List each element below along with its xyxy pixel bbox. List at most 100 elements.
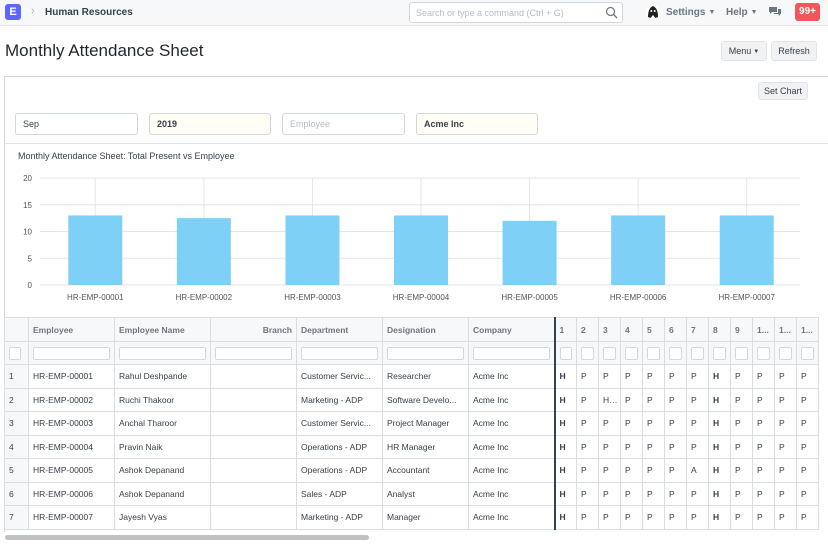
table-cell[interactable]: Ruchi Thakoor (114, 387, 211, 412)
table-cell[interactable]: P (664, 364, 687, 389)
table-cell[interactable]: P (730, 505, 753, 530)
table-cell[interactable]: P (752, 458, 775, 483)
table-cell[interactable]: P (576, 481, 599, 506)
table-cell[interactable]: Marketing - ADP (296, 505, 383, 530)
table-cell[interactable]: HR-EMP-00006 (28, 481, 115, 506)
column-filter-input[interactable] (779, 346, 792, 360)
search-box[interactable] (409, 2, 623, 23)
table-cell[interactable]: P (598, 411, 621, 436)
search-input[interactable] (416, 6, 601, 20)
table-row[interactable]: 2 HR-EMP-00002 Ruchi Thakoor Marketing - AD… (4, 387, 819, 412)
column-filter-input[interactable] (735, 346, 748, 360)
column-header[interactable]: 4 (620, 317, 643, 342)
table-cell[interactable]: P (620, 481, 643, 506)
table-cell[interactable]: H (553, 481, 577, 506)
column-header[interactable]: 7 (686, 317, 709, 342)
select-all-checkbox[interactable] (9, 346, 21, 360)
table-cell[interactable]: P (576, 434, 599, 459)
table-row[interactable]: 1 HR-EMP-00001 Rahul Deshpande Customer Ser… (4, 364, 819, 389)
table-cell[interactable]: H (708, 411, 731, 436)
table-cell[interactable]: P (752, 364, 775, 389)
table-cell[interactable]: HR-EMP-00003 (28, 411, 115, 436)
table-cell[interactable]: H (553, 434, 577, 459)
column-filter-input[interactable] (119, 346, 206, 360)
column-header[interactable]: 8 (708, 317, 731, 342)
help-menu[interactable]: Help ▼ (726, 7, 758, 18)
table-cell[interactable]: H... (598, 387, 621, 412)
table-cell[interactable]: P (686, 505, 709, 530)
table-row[interactable]: 5 HR-EMP-00005 Ashok Depanand Operations - … (4, 458, 819, 483)
table-cell[interactable]: Operations - ADP (296, 458, 383, 483)
table-row[interactable]: 6 HR-EMP-00006 Ashok Depanand Sales - ADP An… (4, 481, 819, 506)
table-cell[interactable]: Ashok Depanand (114, 458, 211, 483)
column-header[interactable]: Designation (382, 317, 469, 342)
table-cell[interactable]: P (774, 505, 797, 530)
user-avatar[interactable] (645, 4, 661, 20)
table-row[interactable]: 4 HR-EMP-00004 Pravin Naik Operations - ADP… (4, 434, 819, 459)
column-filter-input[interactable] (757, 346, 770, 360)
table-cell[interactable]: P (642, 364, 665, 389)
table-cell[interactable]: P (730, 481, 753, 506)
table-cell[interactable]: Researcher (382, 364, 469, 389)
table-cell[interactable]: P (598, 481, 621, 506)
table-cell[interactable] (210, 411, 297, 436)
table-cell[interactable]: P (730, 411, 753, 436)
table-cell[interactable]: Project Manager (382, 411, 469, 436)
table-cell[interactable]: P (642, 458, 665, 483)
column-header[interactable]: Department (296, 317, 383, 342)
table-cell[interactable]: P (774, 364, 797, 389)
column-header[interactable]: 1... (796, 317, 819, 342)
table-cell[interactable]: P (730, 434, 753, 459)
column-filter-input[interactable] (625, 346, 638, 360)
table-cell[interactable]: P (576, 411, 599, 436)
table-cell[interactable]: P (730, 364, 753, 389)
table-cell[interactable]: Acme Inc (468, 411, 555, 436)
table-cell[interactable]: P (620, 411, 643, 436)
table-cell[interactable]: H (553, 411, 577, 436)
table-cell[interactable]: P (796, 458, 819, 483)
table-row[interactable]: 3 HR-EMP-00003 Anchal Tharoor Customer Serv… (4, 411, 819, 436)
table-cell[interactable]: P (796, 434, 819, 459)
table-cell[interactable]: P (642, 387, 665, 412)
table-cell[interactable]: P (774, 387, 797, 412)
table-cell[interactable]: P (576, 458, 599, 483)
table-cell[interactable]: P (752, 434, 775, 459)
table-cell[interactable]: P (730, 387, 753, 412)
column-filter-input[interactable] (387, 346, 464, 360)
table-cell[interactable] (210, 505, 297, 530)
table-cell[interactable]: P (752, 387, 775, 412)
column-header[interactable]: Employee Name (114, 317, 211, 342)
table-cell[interactable]: P (620, 458, 643, 483)
table-cell[interactable]: P (730, 458, 753, 483)
employee-filter[interactable]: Employee (282, 113, 405, 135)
table-cell[interactable]: P (796, 387, 819, 412)
search-icon[interactable] (605, 6, 618, 19)
column-filter-input[interactable] (301, 346, 378, 360)
table-cell[interactable]: P (598, 458, 621, 483)
table-cell[interactable]: HR-EMP-00002 (28, 387, 115, 412)
table-cell[interactable]: HR-EMP-00001 (28, 364, 115, 389)
column-filter-input[interactable] (801, 346, 814, 360)
table-cell[interactable] (210, 481, 297, 506)
table-cell[interactable]: HR-EMP-00007 (28, 505, 115, 530)
table-cell[interactable]: Acme Inc (468, 458, 555, 483)
table-cell[interactable]: Operations - ADP (296, 434, 383, 459)
table-cell[interactable]: H (708, 505, 731, 530)
column-header[interactable]: 2 (576, 317, 599, 342)
column-header[interactable]: 1 (553, 317, 577, 342)
table-cell[interactable]: P (576, 505, 599, 530)
column-filter-input[interactable] (473, 346, 550, 360)
table-cell[interactable]: H (553, 505, 577, 530)
table-cell[interactable]: H (708, 434, 731, 459)
table-cell[interactable]: H (708, 364, 731, 389)
table-cell[interactable]: P (796, 481, 819, 506)
table-cell[interactable]: P (598, 434, 621, 459)
column-filter-input[interactable] (559, 346, 572, 360)
table-cell[interactable]: P (598, 364, 621, 389)
table-cell[interactable]: P (686, 481, 709, 506)
month-filter[interactable]: Sep (15, 113, 138, 135)
table-cell[interactable]: P (642, 505, 665, 530)
table-cell[interactable]: Pravin Naik (114, 434, 211, 459)
table-cell[interactable]: Sales - ADP (296, 481, 383, 506)
column-header[interactable]: Company (468, 317, 555, 342)
